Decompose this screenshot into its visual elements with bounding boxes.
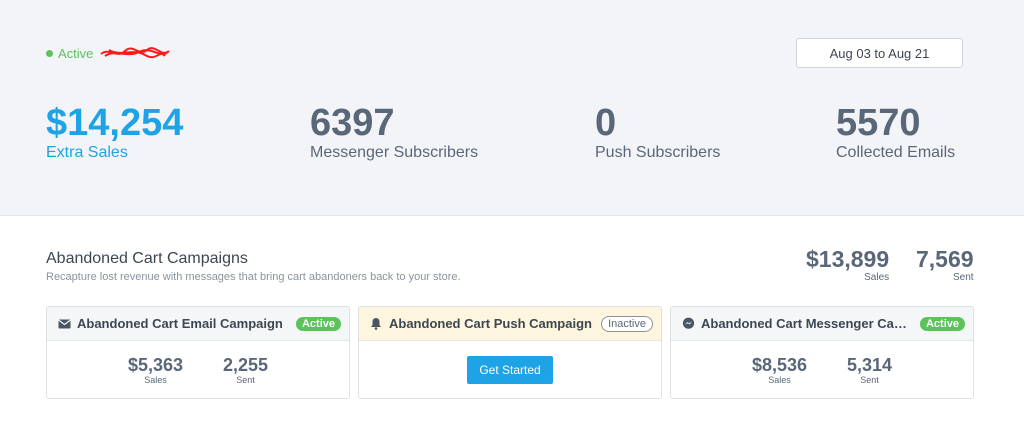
metric-value: 2,255: [223, 354, 269, 375]
stat-push-subscribers: 0 Push Subscribers: [595, 103, 720, 162]
metric-value: 5,314: [847, 354, 893, 375]
stat-extra-sales: $14,254 Extra Sales: [46, 103, 183, 162]
metric-label: Sales: [144, 374, 167, 385]
metric-sales: $8,536 Sales: [752, 355, 807, 385]
stat-value: 0: [595, 102, 617, 144]
metric-label: Sent: [860, 374, 879, 385]
section-subtitle: Recapture lost revenue with messages tha…: [46, 271, 461, 283]
summary-sent-value: 7,569: [916, 246, 974, 272]
status-badge: Active: [295, 316, 341, 331]
metric-label: Sales: [768, 374, 791, 385]
status-label: Active: [58, 45, 94, 61]
metric-sent: 2,255 Sent: [223, 355, 268, 385]
stat-label: Collected Emails: [836, 144, 956, 161]
card-header: Abandoned Cart Messenger Campa... Active: [671, 307, 973, 341]
date-range-button[interactable]: Aug 03 to Aug 21: [796, 38, 963, 68]
get-started-button[interactable]: Get Started: [467, 355, 553, 384]
summary-sent-label: Sent: [952, 272, 974, 283]
status-dot: [46, 49, 53, 57]
envelope-icon: [57, 317, 71, 331]
stat-value: 5570: [836, 102, 921, 144]
summary-sales-label: Sales: [864, 272, 890, 283]
messenger-campaign-card[interactable]: Abandoned Cart Messenger Campa... Active…: [670, 306, 974, 399]
messenger-icon: [681, 317, 695, 331]
summary-sales: $13,899 Sales: [806, 246, 889, 283]
redacted-store-name: [100, 47, 171, 59]
status-badge: Active: [919, 316, 965, 331]
push-campaign-card[interactable]: Abandoned Cart Push Campaign Inactive Ge…: [358, 306, 662, 399]
card-body: $8,536 Sales 5,314 Sent: [671, 341, 973, 398]
card-title: Abandoned Cart Push Campaign: [389, 316, 592, 331]
metric-value: $5,363: [127, 354, 183, 375]
stats-header-panel: Active Aug 03 to Aug 21 $14,254 Extra Sa…: [0, 0, 1024, 216]
metric-label: Sent: [236, 374, 255, 385]
metric-value: $8,536: [751, 354, 807, 375]
card-title: Abandoned Cart Messenger Campa...: [701, 316, 914, 331]
summary-sales-value: $13,899: [806, 246, 890, 272]
metric-sales: $5,363 Sales: [128, 355, 183, 385]
card-header: Abandoned Cart Push Campaign Inactive: [359, 307, 661, 341]
stat-value: $14,254: [46, 102, 184, 144]
stat-value: 6397: [310, 102, 395, 144]
summary-sent: 7,569 Sent: [916, 246, 974, 283]
section-title: Abandoned Cart Campaigns: [46, 250, 248, 267]
card-header: Abandoned Cart Email Campaign Active: [47, 307, 349, 341]
email-campaign-card[interactable]: Abandoned Cart Email Campaign Active $5,…: [46, 306, 350, 399]
stat-messenger-subscribers: 6397 Messenger Subscribers: [310, 103, 478, 162]
bell-icon: [369, 317, 383, 331]
metric-sent: 5,314 Sent: [847, 355, 892, 385]
status-badge: Inactive: [601, 315, 653, 332]
card-title: Abandoned Cart Email Campaign: [77, 316, 283, 331]
card-body: Get Started: [359, 341, 661, 398]
store-status: Active: [46, 45, 171, 61]
card-body: $5,363 Sales 2,255 Sent: [47, 341, 349, 398]
stat-label: Extra Sales: [46, 144, 128, 161]
stat-collected-emails: 5570 Collected Emails: [836, 103, 955, 162]
stat-label: Messenger Subscribers: [310, 144, 479, 161]
stat-label: Push Subscribers: [595, 144, 721, 161]
